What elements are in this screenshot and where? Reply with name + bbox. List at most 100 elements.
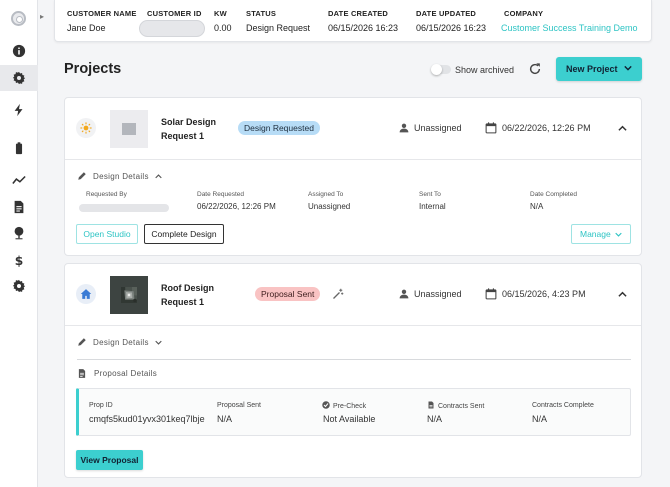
- proposal-details-label: Proposal Details: [94, 369, 158, 378]
- contracts-sent-value: N/A: [427, 414, 443, 424]
- refresh-button[interactable]: [528, 62, 542, 76]
- view-proposal-button[interactable]: View Proposal: [76, 450, 143, 470]
- chevron-down-icon: [155, 340, 162, 345]
- contracts-complete-value: N/A: [532, 414, 548, 424]
- sent-to-value: Internal: [419, 202, 446, 211]
- roof-photo-thumbnail: [110, 276, 148, 314]
- chevron-down-icon: [624, 65, 632, 71]
- sun-icon: [80, 122, 92, 134]
- person-icon: [399, 123, 409, 133]
- date-completed-label: Date Completed: [530, 191, 577, 198]
- project-card-header[interactable]: Roof Design Request 1 Proposal Sent Unas…: [65, 264, 641, 326]
- company-link[interactable]: Customer Success Training Demo: [501, 23, 638, 33]
- battery-icon: [15, 142, 23, 155]
- header-label-date-created: DATE CREATED: [328, 9, 389, 18]
- status-badge: Proposal Sent: [255, 287, 321, 301]
- project-name[interactable]: Roof Design Request 1: [161, 281, 231, 309]
- show-archived-label: Show archived: [455, 65, 515, 75]
- project-name[interactable]: Solar Design Request 1: [161, 115, 231, 143]
- header-label-status: STATUS: [246, 9, 277, 18]
- new-project-button[interactable]: New Project: [556, 57, 642, 81]
- requested-by-value: [79, 204, 169, 212]
- assigned-to-value: Unassigned: [308, 202, 351, 211]
- assigned-to-label: Assigned To: [308, 191, 344, 198]
- roof-photo: [121, 287, 137, 303]
- proposal-sent-label: Proposal Sent: [217, 402, 261, 409]
- date-requested-label: Date Requested: [197, 191, 244, 198]
- project-card-header[interactable]: Solar Design Request 1 Design Requested …: [65, 98, 641, 160]
- project-date: 06/15/2026, 4:23 PM: [485, 288, 586, 300]
- document-icon: [428, 401, 434, 409]
- chevron-up-icon[interactable]: [618, 290, 627, 299]
- check-circle-icon: [322, 401, 330, 409]
- header-label-customer-name: CUSTOMER NAME: [67, 9, 137, 18]
- person-icon: [399, 289, 409, 299]
- project-type-badge: [76, 284, 96, 304]
- magic-wand-icon[interactable]: [332, 288, 344, 300]
- settings-gear-icon: [12, 71, 26, 85]
- svg-text:$: $: [15, 254, 24, 267]
- design-details-toggle[interactable]: Design Details: [77, 337, 162, 347]
- sidebar-item-location[interactable]: [0, 220, 38, 246]
- header-label-customer-id: CUSTOMER ID: [147, 9, 202, 18]
- chevron-up-icon[interactable]: [618, 124, 627, 133]
- assignee[interactable]: Unassigned: [399, 123, 462, 133]
- contracts-complete-label: Contracts Complete: [532, 402, 594, 409]
- document-icon: [78, 369, 86, 378]
- status-badge: Design Requested: [238, 121, 320, 135]
- date-text: 06/15/2026, 4:23 PM: [502, 289, 586, 299]
- design-details-label: Design Details: [93, 337, 149, 347]
- sidebar: $: [0, 0, 38, 487]
- assignee-name: Unassigned: [414, 123, 462, 133]
- manage-label: Manage: [580, 229, 611, 239]
- gear-icon: [12, 279, 26, 293]
- map-pin-icon: [14, 226, 24, 240]
- sidebar-item-info[interactable]: [0, 38, 38, 64]
- pencil-icon: [78, 338, 86, 346]
- open-studio-button[interactable]: Open Studio: [76, 224, 138, 244]
- sidebar-expand-chevron-icon[interactable]: ▸: [38, 10, 46, 24]
- sidebar-item-battery[interactable]: [0, 135, 38, 161]
- project-type-badge: [76, 118, 96, 138]
- sidebar-item-analytics[interactable]: [0, 167, 38, 193]
- chevron-down-icon: [615, 232, 622, 237]
- lightning-icon: [14, 103, 23, 117]
- proposal-summary: Prop ID cmqfs5kud01yvx301keq7lbje Propos…: [76, 388, 631, 436]
- new-project-label: New Project: [566, 64, 618, 74]
- date-text: 06/22/2026, 12:26 PM: [502, 123, 591, 133]
- design-details-label: Design Details: [93, 171, 149, 181]
- calendar-icon: [485, 288, 497, 300]
- prop-id-value: cmqfs5kud01yvx301keq7lbje: [89, 414, 205, 424]
- assignee[interactable]: Unassigned: [399, 289, 462, 299]
- design-details-toggle[interactable]: Design Details: [77, 171, 162, 181]
- precheck-label: Pre-Check: [333, 403, 367, 410]
- date-completed-value: N/A: [530, 202, 544, 211]
- show-archived-toggle[interactable]: [431, 64, 451, 75]
- header-label-kw: KW: [214, 9, 227, 18]
- sidebar-item-settings[interactable]: [0, 65, 38, 91]
- sidebar-item-energy[interactable]: [0, 97, 38, 123]
- image-placeholder-icon: [122, 123, 136, 135]
- project-thumbnail: [110, 110, 148, 148]
- sidebar-item-admin[interactable]: [0, 273, 38, 299]
- precheck-value: Not Available: [323, 414, 376, 424]
- date-created-value: 06/15/2026 16:23: [328, 23, 399, 33]
- kw-value: 0.00: [214, 23, 232, 33]
- document-icon: [14, 200, 24, 214]
- app-logo-icon[interactable]: [11, 11, 26, 26]
- proposal-details-header: Proposal Details: [77, 368, 157, 379]
- sent-to-label: Sent To: [419, 191, 441, 198]
- project-date: 06/22/2026, 12:26 PM: [485, 122, 591, 134]
- contracts-sent-label: Contracts Sent: [438, 403, 485, 410]
- section-divider: [77, 359, 631, 360]
- header-label-company: COMPANY: [504, 9, 544, 18]
- customer-name: Jane Doe: [67, 23, 106, 33]
- manage-button[interactable]: Manage: [571, 224, 631, 244]
- sidebar-item-documents[interactable]: [0, 194, 38, 220]
- date-requested-value: 06/22/2026, 12:26 PM: [197, 202, 276, 211]
- sidebar-item-finance[interactable]: $: [0, 247, 38, 273]
- header-label-date-updated: DATE UPDATED: [416, 9, 477, 18]
- date-updated-value: 06/15/2026 16:23: [416, 23, 487, 33]
- page-title: Projects: [64, 61, 122, 77]
- complete-design-button[interactable]: Complete Design: [144, 224, 224, 244]
